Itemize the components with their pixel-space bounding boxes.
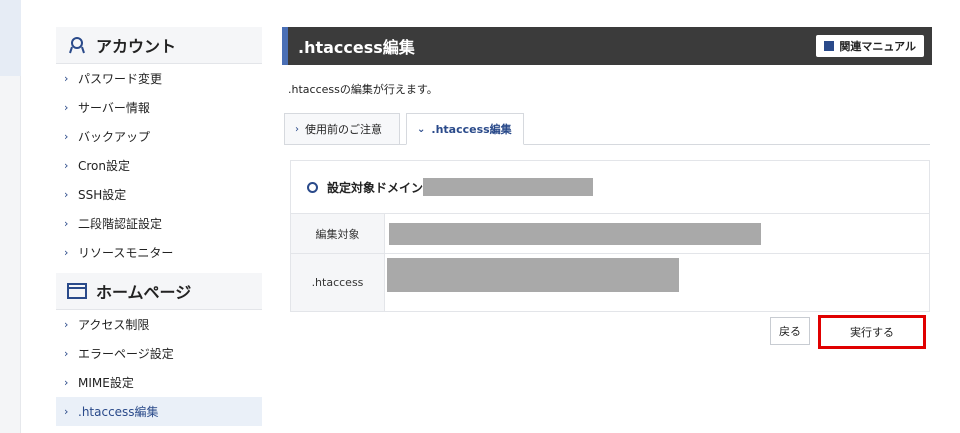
edit-panel: 設定対象ドメイン 編集対象 .htaccess — [290, 160, 930, 312]
sidebar-item-ssh[interactable]: › SSH設定 — [56, 180, 262, 209]
chevron-right-icon: › — [64, 405, 69, 418]
htaccess-editor[interactable] — [385, 254, 929, 311]
sidebar: アカウント › パスワード変更 › サーバー情報 › バックアップ › Cron設定 ›… — [56, 27, 262, 426]
window-icon — [66, 280, 88, 302]
chevron-right-icon: › — [64, 188, 69, 201]
left-rail — [0, 0, 21, 433]
sidebar-section-title: アカウント — [96, 37, 177, 56]
chevron-right-icon: › — [64, 376, 69, 389]
sidebar-item-htaccess[interactable]: › .htaccess編集 — [56, 397, 262, 426]
sidebar-item-resource-monitor[interactable]: › リソースモニター — [56, 238, 262, 267]
sidebar-item-access-restriction[interactable]: › アクセス制限 — [56, 310, 262, 339]
target-value — [385, 214, 929, 253]
page-description: .htaccessの編集が行えます。 — [288, 83, 438, 96]
target-label: 編集対象 — [291, 214, 385, 253]
tab-precautions[interactable]: › 使用前のご注意 — [284, 113, 400, 145]
htaccess-row: .htaccess — [291, 254, 929, 311]
sidebar-item-cron[interactable]: › Cron設定 — [56, 151, 262, 180]
sidebar-item-2fa[interactable]: › 二段階認証設定 — [56, 209, 262, 238]
domain-label: 設定対象ドメイン — [327, 180, 424, 195]
sidebar-section-homepage: ホームページ — [56, 273, 262, 310]
back-button[interactable]: 戻る — [770, 317, 810, 345]
ring-icon — [307, 181, 318, 193]
sidebar-item-backup[interactable]: › バックアップ — [56, 122, 262, 151]
tab-bar: › 使用前のご注意 ⌄ .htaccess編集 — [284, 113, 930, 145]
tab-htaccess-edit[interactable]: ⌄ .htaccess編集 — [406, 113, 524, 145]
sidebar-item-mime[interactable]: › MIME設定 — [56, 368, 262, 397]
sidebar-section-title: ホームページ — [96, 283, 192, 302]
chevron-right-icon: › — [64, 217, 69, 230]
chevron-right-icon: › — [64, 246, 69, 259]
sidebar-item-server-info[interactable]: › サーバー情報 — [56, 93, 262, 122]
page-title: .htaccess編集 — [298, 38, 415, 57]
chevron-right-icon: › — [64, 101, 69, 114]
domain-value-redacted — [423, 178, 594, 196]
chevron-right-icon: › — [64, 72, 69, 85]
chevron-right-icon: › — [64, 130, 69, 143]
chevron-right-icon: › — [64, 347, 69, 360]
main-content: .htaccess編集 関連マニュアル .htaccessの編集が行えます。 ›… — [282, 27, 932, 349]
book-icon — [824, 41, 835, 51]
page-header: .htaccess編集 関連マニュアル — [282, 27, 932, 65]
chevron-right-icon: › — [295, 123, 299, 135]
run-button[interactable]: 実行する — [818, 315, 926, 349]
target-row: 編集対象 — [291, 214, 929, 254]
htaccess-label: .htaccess — [291, 254, 385, 311]
sidebar-item-error-page[interactable]: › エラーページ設定 — [56, 339, 262, 368]
sidebar-section-account: アカウント — [56, 27, 262, 64]
sidebar-item-password[interactable]: › パスワード変更 — [56, 64, 262, 93]
chevron-right-icon: › — [64, 159, 69, 172]
manual-button[interactable]: 関連マニュアル — [816, 35, 924, 57]
person-icon — [66, 34, 88, 56]
domain-row: 設定対象ドメイン — [291, 161, 929, 214]
left-rail-active-block — [0, 0, 21, 76]
chevron-right-icon: › — [64, 318, 69, 331]
target-value-redacted — [389, 223, 761, 245]
htaccess-content-redacted — [387, 258, 679, 292]
chevron-down-icon: ⌄ — [417, 123, 426, 135]
